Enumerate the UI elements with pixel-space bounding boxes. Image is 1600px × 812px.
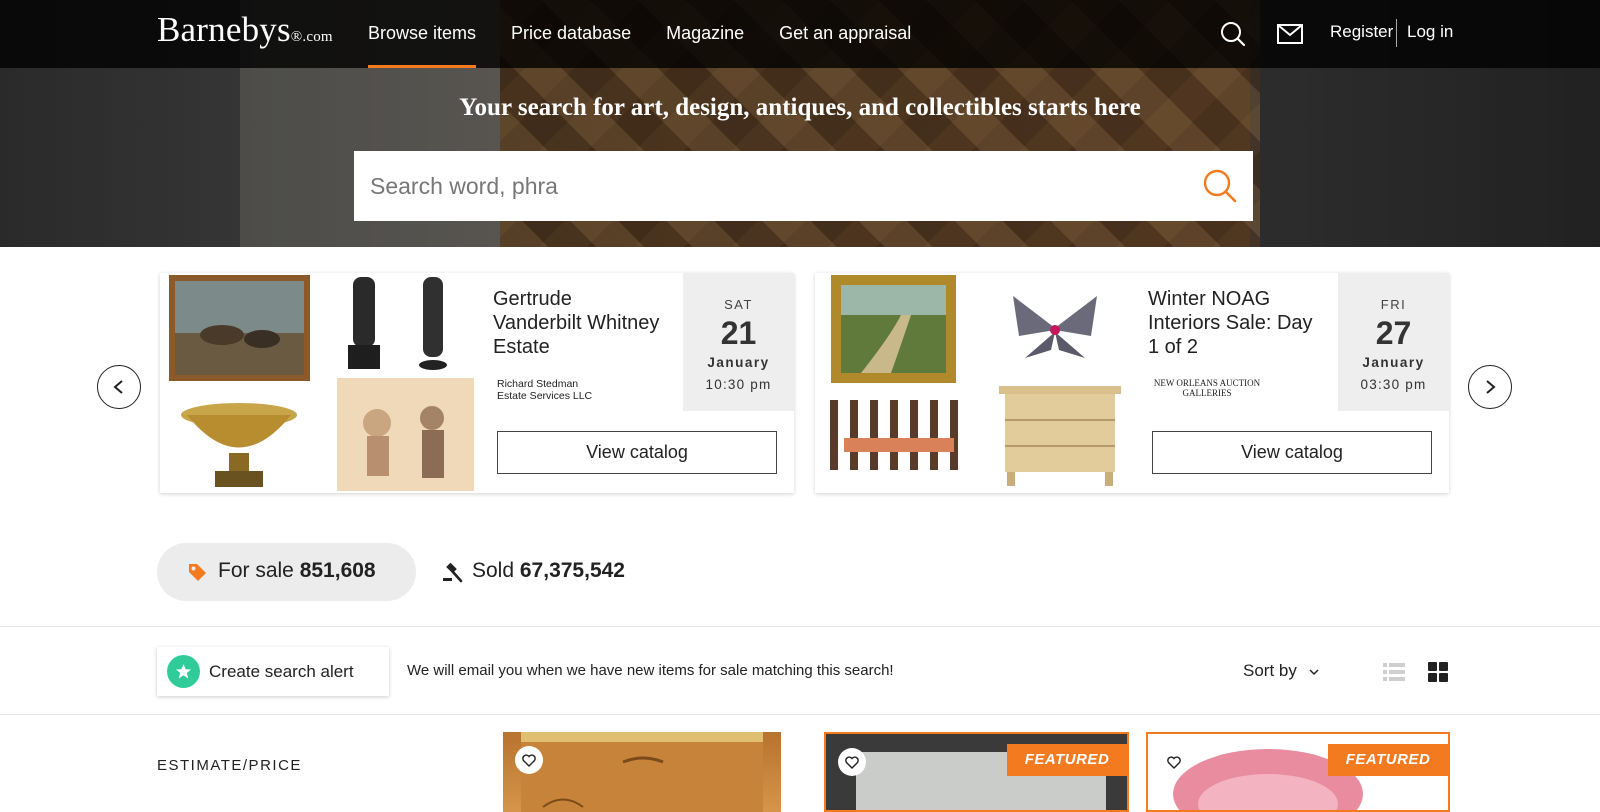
auction-thumbnail-drawing: [337, 378, 474, 491]
header-divider: [1396, 19, 1397, 47]
item-image: [521, 732, 763, 812]
auction-thumbnail-chairs: [824, 390, 969, 485]
sold-count: 67,375,542: [519, 559, 625, 582]
auction-date: SAT 21 January 10:30 pm: [683, 273, 794, 411]
for-sale-tab[interactable]: For sale 851,608: [157, 543, 416, 601]
heart-icon: [522, 753, 536, 767]
featured-badge: FEATURED: [1007, 744, 1127, 776]
create-search-alert-label: Create search alert: [209, 662, 354, 681]
chevron-down-icon: [1309, 668, 1319, 675]
auction-date: FRI 27 January 03:30 pm: [1338, 273, 1449, 411]
mail-icon[interactable]: [1276, 20, 1304, 48]
nav-get-an-appraisal[interactable]: Get an appraisal: [779, 0, 911, 68]
view-catalog-button[interactable]: View catalog: [497, 431, 777, 474]
auction-thumbnail-painting: [169, 275, 310, 381]
carousel-prev-button[interactable]: [97, 365, 141, 409]
auction-house-logo: Richard Stedman Estate Services LLC: [497, 378, 593, 402]
list-view-icon[interactable]: [1383, 661, 1405, 683]
auction-thumbnail-urn: [181, 403, 297, 487]
search-submit-icon[interactable]: [1201, 167, 1239, 205]
search-box: [354, 151, 1253, 221]
estimate-price-filter-heading[interactable]: ESTIMATE/PRICE: [157, 757, 302, 774]
auction-thumbnail-sculptures: [348, 277, 447, 370]
main-nav: Browse items Price database Magazine Get…: [368, 0, 946, 68]
create-search-alert-button[interactable]: Create search alert: [157, 647, 389, 696]
hero-title: Your search for art, design, antiques, a…: [459, 94, 1141, 121]
carousel-next-button[interactable]: [1468, 365, 1512, 409]
view-catalog-button[interactable]: View catalog: [1152, 431, 1432, 474]
search-input[interactable]: [370, 151, 1170, 221]
item-card[interactable]: [503, 732, 781, 812]
nav-price-database[interactable]: Price database: [511, 0, 631, 68]
star-icon: [176, 664, 191, 679]
logo[interactable]: Barnebys®.com: [157, 10, 333, 50]
heart-icon: [845, 755, 859, 769]
auction-thumbnail-butterfly-brooch: [1013, 296, 1097, 358]
search-icon[interactable]: [1219, 20, 1247, 48]
sort-by-dropdown[interactable]: Sort by: [1243, 661, 1320, 681]
auction-card[interactable]: Winter NOAG Interiors Sale: Day 1 of 2 N…: [815, 273, 1449, 493]
for-sale-label: For sale: [218, 559, 294, 582]
auction-title[interactable]: Winter NOAG Interiors Sale: Day 1 of 2: [1148, 287, 1318, 359]
item-card[interactable]: FEATURED: [1146, 732, 1450, 812]
nav-magazine[interactable]: Magazine: [666, 0, 744, 68]
for-sale-count: 851,608: [299, 559, 376, 582]
auction-house-logo: NEW ORLEANS AUCTION GALLERIES: [1153, 378, 1261, 398]
nav-browse-items[interactable]: Browse items: [368, 0, 477, 68]
section-divider: [0, 626, 1600, 627]
section-divider: [0, 714, 1600, 715]
heart-icon: [1167, 755, 1181, 769]
login-link[interactable]: Log in: [1407, 22, 1453, 42]
auction-thumbnail-landscape-painting: [831, 275, 956, 383]
featured-badge: FEATURED: [1328, 744, 1448, 776]
favorite-button[interactable]: [515, 746, 543, 774]
sold-label: Sold: [472, 559, 515, 582]
register-link[interactable]: Register: [1330, 22, 1393, 42]
gavel-icon: [443, 562, 463, 583]
grid-view-icon[interactable]: [1427, 661, 1449, 683]
item-card[interactable]: FEATURED: [824, 732, 1129, 812]
top-navigation-bar: Barnebys®.com Browse items Price databas…: [0, 0, 1600, 68]
auction-thumbnail-commode: [999, 386, 1121, 486]
favorite-button[interactable]: [838, 748, 866, 776]
price-tag-icon: [189, 564, 206, 581]
chevron-left-icon: [113, 380, 123, 394]
hero-banner: Barnebys®.com Browse items Price databas…: [0, 0, 1600, 247]
favorite-button[interactable]: [1160, 748, 1188, 776]
search-alert-note: We will email you when we have new items…: [407, 662, 894, 679]
auction-title[interactable]: Gertrude Vanderbilt Whitney Estate: [493, 287, 663, 359]
auction-card[interactable]: Gertrude Vanderbilt Whitney Estate Richa…: [160, 273, 794, 493]
chevron-right-icon: [1486, 380, 1496, 394]
